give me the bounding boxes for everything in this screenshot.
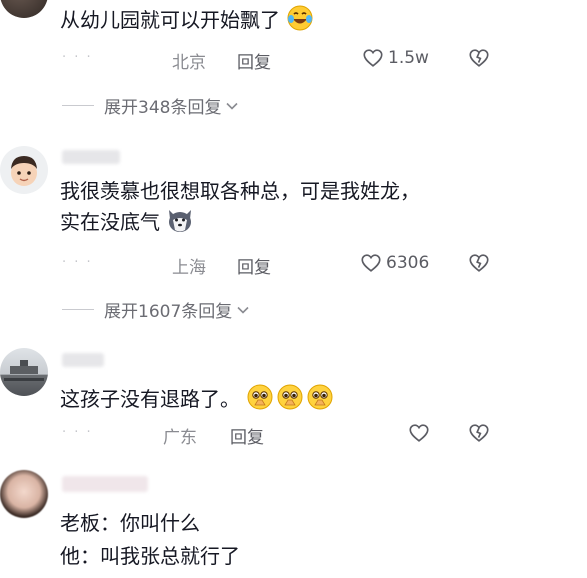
- dislike-icon[interactable]: [468, 47, 490, 69]
- expand-replies-label: 展开1607条回复: [104, 302, 233, 322]
- reply-button[interactable]: 回复: [237, 48, 271, 73]
- expand-replies-label: 展开348条回复: [104, 98, 222, 118]
- expand-replies-button[interactable]: 展开1607条回复: [62, 297, 252, 322]
- divider-line: [62, 309, 94, 310]
- landscape-photo-icon: [4, 360, 44, 381]
- comment-text: 我很羡慕也很想取各种总，可是我姓龙， 实在没底气: [60, 177, 420, 242]
- avatar[interactable]: [0, 146, 48, 194]
- comment-text: 从幼儿园就可以开始飘了: [60, 4, 314, 40]
- heart-icon: [363, 49, 383, 67]
- blurred-username: [62, 150, 120, 164]
- comment-text: 老板：你叫什么 他：叫我张总就行了: [60, 511, 240, 568]
- laughing-tears-icon: [286, 4, 314, 40]
- blurred-username: [62, 353, 104, 367]
- chevron-down-icon: [237, 306, 249, 314]
- comment-location: 北京: [172, 53, 206, 73]
- blurred-username: [62, 476, 148, 492]
- like-button[interactable]: 1.5w: [362, 47, 429, 69]
- chevron-down-icon: [226, 102, 239, 110]
- like-count: 1.5w: [388, 48, 429, 68]
- cartoon-boy-avatar-icon: [11, 156, 37, 186]
- reply-button[interactable]: 回复: [237, 253, 271, 278]
- comment-text: 这孩子没有退路了。: [60, 383, 336, 419]
- expand-replies-button[interactable]: 展开348条回复: [62, 93, 241, 118]
- heart-icon: [361, 254, 381, 272]
- divider-line: [62, 105, 94, 106]
- blurred-time: · · ·: [62, 255, 93, 270]
- avatar[interactable]: [0, 470, 48, 518]
- like-count: 6306: [386, 253, 430, 273]
- pleading-face-icon: [246, 383, 336, 419]
- heart-icon[interactable]: [408, 422, 430, 444]
- blurred-time: · · ·: [62, 425, 93, 440]
- reply-button[interactable]: 回复: [230, 423, 264, 448]
- comment-location: 上海: [172, 258, 206, 278]
- like-button[interactable]: 6306: [360, 252, 429, 274]
- dislike-icon[interactable]: [468, 252, 490, 274]
- avatar[interactable]: [0, 348, 48, 396]
- avatar[interactable]: [0, 0, 48, 18]
- dislike-icon[interactable]: [468, 422, 490, 444]
- husky-dog-icon: [166, 206, 194, 242]
- blurred-time: · · ·: [62, 50, 93, 65]
- comment-location: 广东: [163, 428, 197, 448]
